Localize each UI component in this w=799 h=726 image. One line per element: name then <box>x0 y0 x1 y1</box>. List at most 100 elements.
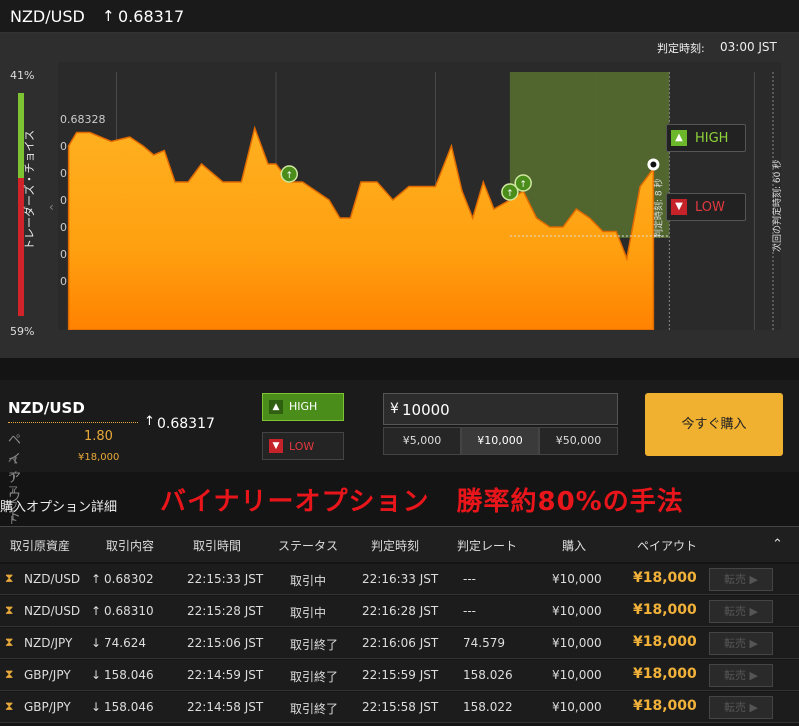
resell-label: 転売 <box>724 637 747 650</box>
resell-label: 転売 <box>724 605 747 618</box>
table-row: ⧗ GBP/JPY ↓ 158.046 22:14:59 JST 取引終了 22:15:59… <box>0 660 799 691</box>
payout-amount: ¥18,000 <box>78 452 120 463</box>
col-status: ステータス <box>278 539 339 553</box>
row-payout: ¥18,000 <box>633 570 697 586</box>
up-arrow-icon: ↑ <box>285 171 293 181</box>
current-rate: 0.68317 <box>118 7 185 26</box>
low-label: LOW <box>289 440 315 453</box>
table-row: ⧗ GBP/JPY ↓ 158.046 22:14:58 JST 取引終了 22:15:58… <box>0 692 799 723</box>
table-row: ⧗ NZD/USD ↑ 0.68302 22:15:33 JST 取引中 22:16:33 … <box>0 564 799 595</box>
col-asset: 取引原資産 <box>10 539 71 553</box>
row-rate: 0.68302 <box>104 572 154 586</box>
row-time: 22:14:58 JST <box>187 700 264 714</box>
resell-label: 転売 <box>724 701 747 714</box>
expiry-label: 判定時刻: <box>657 42 705 55</box>
high-label: HIGH <box>289 400 318 413</box>
quick-amount-10000[interactable]: ¥10,000 <box>461 427 539 455</box>
amount-value: 10000 <box>402 401 450 419</box>
chart-low-label: LOW <box>695 200 725 215</box>
hourglass-icon: ⧗ <box>5 603 14 617</box>
payout-value: 1.80 <box>84 429 113 444</box>
resell-button[interactable]: 転売 ▶ <box>709 600 773 623</box>
table-header: 取引原資産 取引内容 取引時間 ステータス 判定時刻 判定レート 購入 ペイアウ… <box>0 526 799 562</box>
row-status: 取引中 <box>290 606 327 620</box>
row-time: 22:15:06 JST <box>187 636 264 650</box>
col-time: 取引時間 <box>193 539 242 553</box>
up-arrow-icon: ▲ <box>269 400 283 414</box>
resell-button[interactable]: 転売 ▶ <box>709 568 773 591</box>
amount-input[interactable]: ¥ 10000 <box>383 393 618 425</box>
row-direction-icon: ↓ <box>91 636 102 650</box>
symbol-title[interactable]: NZD/USD <box>10 7 85 26</box>
expiry-value: 03:00 JST <box>720 40 777 54</box>
up-arrow-icon: ▲ <box>671 130 687 146</box>
row-expiry: 22:16:06 JST <box>362 636 439 650</box>
resell-button[interactable]: 転売 ▶ <box>709 664 773 687</box>
current-price-dot <box>650 161 657 168</box>
row-purchase: ¥10,000 <box>552 668 602 682</box>
resell-button[interactable]: 転売 ▶ <box>709 696 773 719</box>
col-direction: 取引内容 <box>106 539 155 553</box>
chevron-left-icon[interactable]: ‹ <box>49 200 54 214</box>
quick-amount-50000[interactable]: ¥50,000 <box>539 427 618 455</box>
col-expiry: 判定時刻 <box>371 539 420 553</box>
row-time: 22:14:59 JST <box>187 668 264 682</box>
row-expiry: 22:16:28 JST <box>362 604 439 618</box>
table-row: ⧗ NZD/USD ↑ 0.68310 22:15:28 JST 取引中 22:16:28 … <box>0 596 799 627</box>
row-result: 158.026 <box>463 668 513 682</box>
y-tick-label: 0.68328 <box>60 113 106 126</box>
yen-symbol: ¥ <box>390 401 399 417</box>
row-result: --- <box>463 604 476 618</box>
col-purchase: 購入 <box>562 539 587 553</box>
row-payout: ¥18,000 <box>633 698 697 714</box>
table-row: ⧗ NZD/JPY ↓ 74.624 22:15:06 JST 取引終了 22:16:06 … <box>0 628 799 659</box>
panel-symbol: NZD/USD <box>8 399 85 417</box>
row-direction-icon: ↓ <box>91 668 102 682</box>
play-icon: ▶ <box>746 701 758 714</box>
play-icon: ▶ <box>746 605 758 618</box>
row-rate: 158.046 <box>104 668 154 682</box>
hourglass-icon: ⧗ <box>5 571 14 585</box>
trader-choice-label: トレーダーズ・チョイス <box>23 129 36 250</box>
row-asset: NZD/USD <box>24 572 81 586</box>
quick-amount-5000[interactable]: ¥5,000 <box>383 427 461 455</box>
high-button[interactable]: ▲ HIGH <box>262 393 344 421</box>
top-bar: NZD/USD ↑ 0.68317 <box>0 0 799 33</box>
trader-low-pct: 59% <box>10 325 35 338</box>
row-expiry: 22:16:33 JST <box>362 572 439 586</box>
collapse-icon[interactable]: ⌃ <box>772 537 783 552</box>
low-button[interactable]: ▼ LOW <box>262 432 344 460</box>
row-rate: 74.624 <box>104 636 146 650</box>
resell-label: 転売 <box>724 669 747 682</box>
up-arrow-icon: ↑ <box>144 414 155 429</box>
divider <box>8 422 138 423</box>
row-purchase: ¥10,000 <box>552 604 602 618</box>
col-payout: ペイアウト <box>637 539 698 553</box>
row-time: 22:15:33 JST <box>187 572 264 586</box>
row-status: 取引中 <box>290 574 327 588</box>
row-direction-icon: ↑ <box>91 604 102 618</box>
buy-now-button[interactable]: 今すぐ購入 <box>645 393 783 456</box>
next-expiry-countdown-label: 次回の判定時刻: 60 秒 <box>771 160 781 252</box>
resell-button[interactable]: 転売 ▶ <box>709 632 773 655</box>
row-direction-icon: ↓ <box>91 700 102 714</box>
row-payout: ¥18,000 <box>633 634 697 650</box>
expiry-countdown-label: 判定時刻: 8 秒 <box>652 179 664 238</box>
col-result: 判定レート <box>457 539 518 553</box>
chart-high-label: HIGH <box>695 131 729 146</box>
chart-high-button[interactable]: ▲ HIGH <box>666 124 746 152</box>
row-payout: ¥18,000 <box>633 666 697 682</box>
down-arrow-icon: ▼ <box>671 199 687 215</box>
row-asset: GBP/JPY <box>24 700 71 714</box>
play-icon: ▶ <box>746 573 758 586</box>
row-result: --- <box>463 572 476 586</box>
chart-low-button[interactable]: ▼ LOW <box>666 193 746 221</box>
up-arrow-icon: ↑ <box>519 180 527 190</box>
row-expiry: 22:15:58 JST <box>362 700 439 714</box>
row-rate: 158.046 <box>104 700 154 714</box>
row-rate: 0.68310 <box>104 604 154 618</box>
play-icon: ▶ <box>746 669 758 682</box>
row-payout: ¥18,000 <box>633 602 697 618</box>
down-arrow-icon: ▼ <box>269 439 283 453</box>
row-status: 取引終了 <box>290 670 339 684</box>
